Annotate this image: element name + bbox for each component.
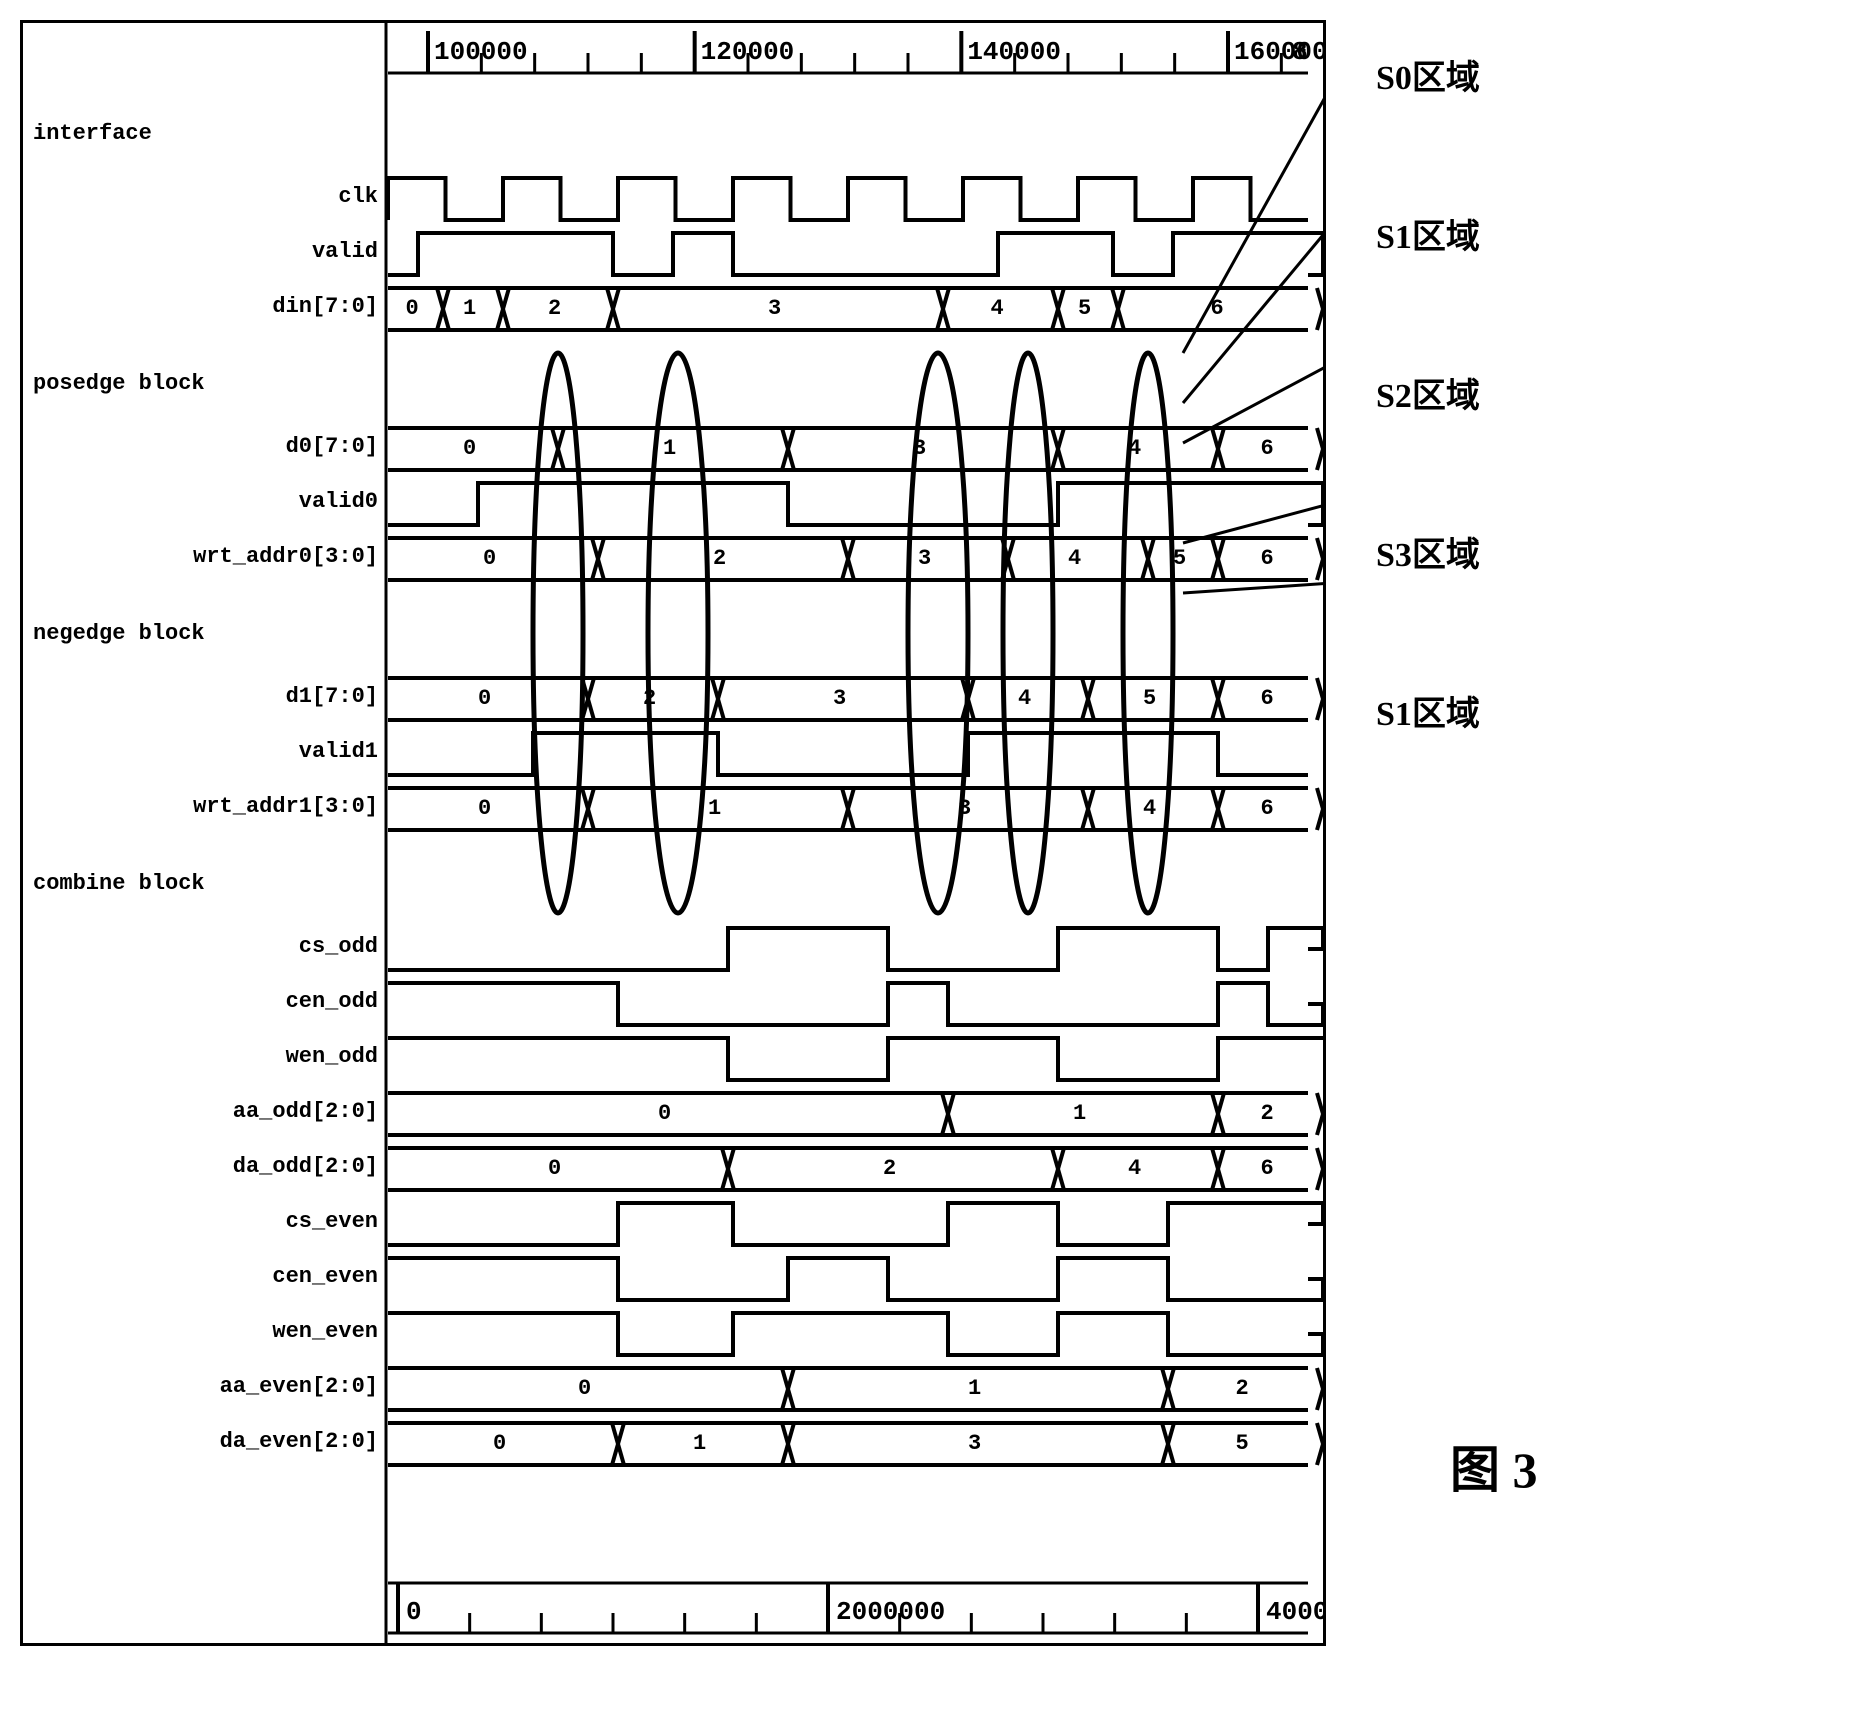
signal-label: wrt_addr1[3:0]	[23, 796, 388, 818]
bus-value: 3	[833, 688, 846, 710]
figure-label: 图 3	[1450, 1430, 1538, 1502]
svg-text:160000: 160000	[1234, 37, 1323, 67]
bus-value: 0	[478, 798, 491, 820]
bus-value: 6	[1261, 688, 1274, 710]
bus-value: 2	[883, 1158, 896, 1180]
signal-label: cs_odd	[23, 936, 388, 958]
group-label: interface	[33, 123, 152, 145]
bus-value: 2	[548, 298, 561, 320]
bus-value: 0	[658, 1103, 671, 1125]
signal-label: valid	[23, 241, 388, 263]
bus-value: 1	[663, 438, 676, 460]
bus-value: 4	[1128, 1158, 1141, 1180]
bus-value: 6	[1261, 1158, 1274, 1180]
wave-canvas: 1000001200001400001600008020000004000000	[23, 23, 1323, 1643]
region-callout: S1区域	[1376, 209, 1480, 258]
bus-value: 4	[991, 298, 1004, 320]
bus-value: 2	[1236, 1378, 1249, 1400]
region-callout: S2区域	[1376, 368, 1480, 417]
bus-value: 3	[968, 1433, 981, 1455]
bus-value: 6	[1261, 798, 1274, 820]
bus-value: 2	[1261, 1103, 1274, 1125]
bus-value: 0	[493, 1433, 506, 1455]
bus-value: 6	[1261, 548, 1274, 570]
bus-value: 1	[708, 798, 721, 820]
signal-label: din[7:0]	[23, 296, 388, 318]
bus-value: 3	[768, 298, 781, 320]
bus-value: 0	[478, 688, 491, 710]
bus-value: 5	[1143, 688, 1156, 710]
bus-value: 0	[463, 438, 476, 460]
bus-value: 0	[483, 548, 496, 570]
bus-value: 1	[693, 1433, 706, 1455]
group-label: posedge block	[33, 373, 205, 395]
bus-value: 6	[1211, 298, 1224, 320]
region-callout: S0区域	[1376, 50, 1480, 99]
bus-value: 1	[463, 298, 476, 320]
bus-value: 4	[1068, 548, 1081, 570]
svg-text:8: 8	[1292, 37, 1308, 67]
bus-value: 2	[643, 688, 656, 710]
group-label: negedge block	[33, 623, 205, 645]
bus-value: 0	[548, 1158, 561, 1180]
signal-label: aa_odd[2:0]	[23, 1101, 388, 1123]
bus-value: 1	[1073, 1103, 1086, 1125]
bus-value: 4	[1018, 688, 1031, 710]
signal-label: cs_even	[23, 1211, 388, 1233]
signal-label: d0[7:0]	[23, 436, 388, 458]
signal-label: d1[7:0]	[23, 686, 388, 708]
region-callout: S3区域	[1376, 527, 1480, 576]
signal-label: cen_odd	[23, 991, 388, 1013]
bus-value: 6	[1261, 438, 1274, 460]
svg-text:2000000: 2000000	[836, 1597, 945, 1627]
signal-label: aa_even[2:0]	[23, 1376, 388, 1398]
callout-column: S0区域 S1区域 S2区域 S3区域 S1区域	[1376, 20, 1480, 845]
svg-text:4000000: 4000000	[1266, 1597, 1323, 1627]
bus-value: 0	[578, 1378, 591, 1400]
signal-label: da_even[2:0]	[23, 1431, 388, 1453]
bus-value: 5	[1078, 298, 1091, 320]
signal-label: cen_even	[23, 1266, 388, 1288]
svg-text:0: 0	[406, 1597, 422, 1627]
bus-value: 5	[1236, 1433, 1249, 1455]
region-callout: S1区域	[1376, 686, 1480, 735]
signal-label: clk	[23, 186, 388, 208]
bus-value: 0	[406, 298, 419, 320]
bus-value: 4	[1143, 798, 1156, 820]
bus-value: 2	[713, 548, 726, 570]
group-label: combine block	[33, 873, 205, 895]
signal-label: wrt_addr0[3:0]	[23, 546, 388, 568]
signal-label: valid0	[23, 491, 388, 513]
bus-value: 4	[1128, 438, 1141, 460]
signal-label: wen_odd	[23, 1046, 388, 1068]
bus-value: 3	[913, 438, 926, 460]
bus-value: 3	[918, 548, 931, 570]
bus-value: 5	[1173, 548, 1186, 570]
signal-label: valid1	[23, 741, 388, 763]
signal-label: da_odd[2:0]	[23, 1156, 388, 1178]
signal-label: wen_even	[23, 1321, 388, 1343]
waveform-diagram: 1000001200001400001600008020000004000000…	[20, 20, 1326, 1646]
bus-value: 3	[958, 798, 971, 820]
bus-value: 1	[968, 1378, 981, 1400]
